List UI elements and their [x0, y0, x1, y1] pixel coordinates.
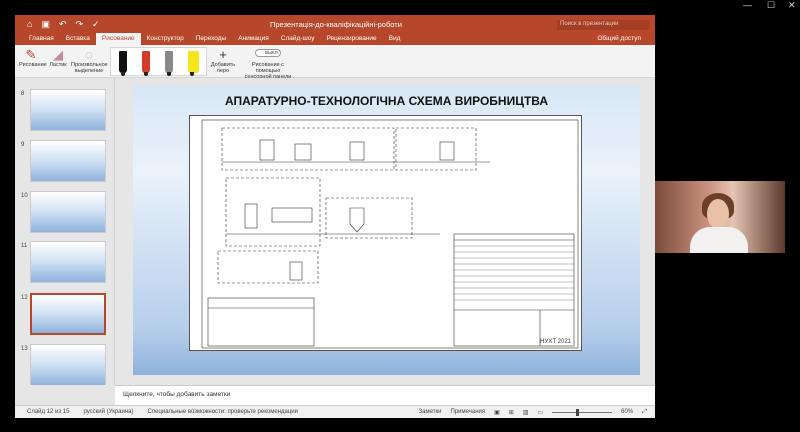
title-block-stamp: НУХТ 2021: [540, 339, 571, 345]
tab-insert[interactable]: Вставка: [60, 33, 96, 45]
zoom-level[interactable]: 60%: [621, 409, 633, 415]
slide-editor: АПАРАТУРНО-ТЕХНОЛОГІЧНА СХЕМА ВИРОБНИЦТВ…: [115, 78, 655, 385]
tab-draw[interactable]: Рисование: [95, 33, 141, 45]
share-button[interactable]: Общий доступ: [597, 35, 641, 42]
ribbon-tabs: Главная Вставка Рисование Конструктор Пе…: [15, 33, 655, 45]
tab-animations[interactable]: Анимация: [232, 33, 275, 45]
notes-button[interactable]: Заметки: [419, 409, 442, 415]
minimize-button[interactable]: —: [743, 0, 752, 10]
lasso-icon: ◌: [85, 47, 93, 62]
maximize-button[interactable]: ☐: [767, 0, 775, 11]
slide-title: АПАРАТУРНО-ТЕХНОЛОГІЧНА СХЕМА ВИРОБНИЦТВ…: [224, 94, 549, 108]
slide-thumbnail[interactable]: [30, 241, 106, 283]
accessibility-status[interactable]: Специальные возможности: проверьте реком…: [148, 409, 298, 415]
tab-design[interactable]: Конструктор: [141, 33, 190, 45]
slide-sorter-icon[interactable]: ⊞: [509, 409, 514, 416]
draw-label: Рисование: [19, 62, 47, 68]
slide-number: 13: [21, 346, 28, 352]
process-flow-diagram: НУХТ 2021: [189, 115, 582, 351]
home-icon[interactable]: ⌂: [27, 19, 32, 30]
slide-thumbnail[interactable]: [30, 191, 106, 233]
draw-button[interactable]: ✎ Рисование: [19, 47, 47, 69]
slide-number: 11: [21, 243, 28, 249]
slide-number: 10: [21, 193, 28, 199]
lasso-button[interactable]: ◌ Произвольное выделение: [71, 47, 108, 75]
normal-view-icon[interactable]: ▣: [494, 409, 500, 416]
zoom-slider[interactable]: [552, 408, 613, 416]
ribbon: ✎ Рисование ◢ Ластик ◌ Произвольное выделен…: [15, 45, 655, 80]
status-bar: Слайд 12 из 15 русский (Украина) Специал…: [15, 405, 655, 418]
fit-to-window-icon[interactable]: ⤢: [642, 409, 647, 416]
tab-transitions[interactable]: Переходы: [190, 33, 233, 45]
add-pen-button[interactable]: + Добавить перо: [210, 47, 236, 75]
redo-icon[interactable]: ↷: [76, 19, 84, 30]
search-input[interactable]: Поиск в презентации: [557, 20, 649, 30]
eraser-label: Ластик: [49, 62, 67, 68]
webcam-video: [655, 181, 785, 253]
language-indicator[interactable]: русский (Украина): [83, 409, 133, 415]
touch-draw-toggle[interactable]: ВЫКЛ.: [255, 49, 281, 57]
slideshow-icon[interactable]: ▭: [538, 409, 544, 416]
pen-gallery: [110, 47, 207, 76]
slide-number: 12: [21, 295, 28, 301]
save-icon[interactable]: ▣: [41, 19, 50, 30]
eraser-button[interactable]: ◢ Ластик: [47, 47, 69, 69]
check-icon[interactable]: ✓: [92, 19, 100, 30]
slide-thumbnail[interactable]: [30, 140, 106, 182]
undo-icon[interactable]: ↶: [59, 19, 67, 30]
yellow-highlighter[interactable]: [187, 50, 199, 76]
add-pen-label: Добавить перо: [210, 62, 236, 74]
slide-counter: Слайд 12 из 15: [27, 409, 70, 415]
plus-icon: +: [219, 47, 227, 62]
quick-access-toolbar: ⌂ ▣ ↶ ↷ ✓: [27, 19, 100, 30]
eraser-icon: ◢: [53, 47, 63, 62]
slide-thumbnail-selected[interactable]: [30, 293, 106, 335]
tab-slideshow[interactable]: Слайд-шоу: [275, 33, 321, 45]
powerpoint-window: ⌂ ▣ ↶ ↷ ✓ Презентація-до-кваліфікаційні-…: [15, 15, 655, 418]
pencil-icon: ✎: [25, 47, 37, 62]
slide-number: 8: [21, 91, 25, 97]
reading-view-icon[interactable]: ▥: [523, 409, 529, 416]
slide-thumbnail[interactable]: [30, 344, 106, 385]
red-pen[interactable]: [141, 50, 150, 76]
slide-number: 9: [21, 142, 25, 148]
slide-thumbnails-panel[interactable]: 8 9 10 11 12 13 14: [15, 78, 115, 385]
gray-pen[interactable]: [164, 50, 173, 76]
close-button[interactable]: ✕: [788, 0, 796, 11]
black-pen[interactable]: [118, 50, 127, 76]
tab-view[interactable]: Вид: [383, 33, 407, 45]
title-bar: ⌂ ▣ ↶ ↷ ✓ Презентація-до-кваліфікаційні-…: [15, 15, 655, 33]
lasso-label: Произвольное выделение: [71, 62, 108, 74]
current-slide[interactable]: АПАРАТУРНО-ТЕХНОЛОГІЧНА СХЕМА ВИРОБНИЦТВ…: [133, 86, 640, 375]
slide-thumbnail[interactable]: [30, 89, 106, 131]
document-title: Презентація-до-кваліфікаційні-роботи: [270, 20, 402, 29]
notes-pane[interactable]: Щелкните, чтобы добавить заметки: [115, 385, 655, 405]
comments-button[interactable]: Примечания: [450, 409, 485, 415]
tab-review[interactable]: Рецензирование: [320, 33, 382, 45]
tab-home[interactable]: Главная: [23, 33, 60, 45]
